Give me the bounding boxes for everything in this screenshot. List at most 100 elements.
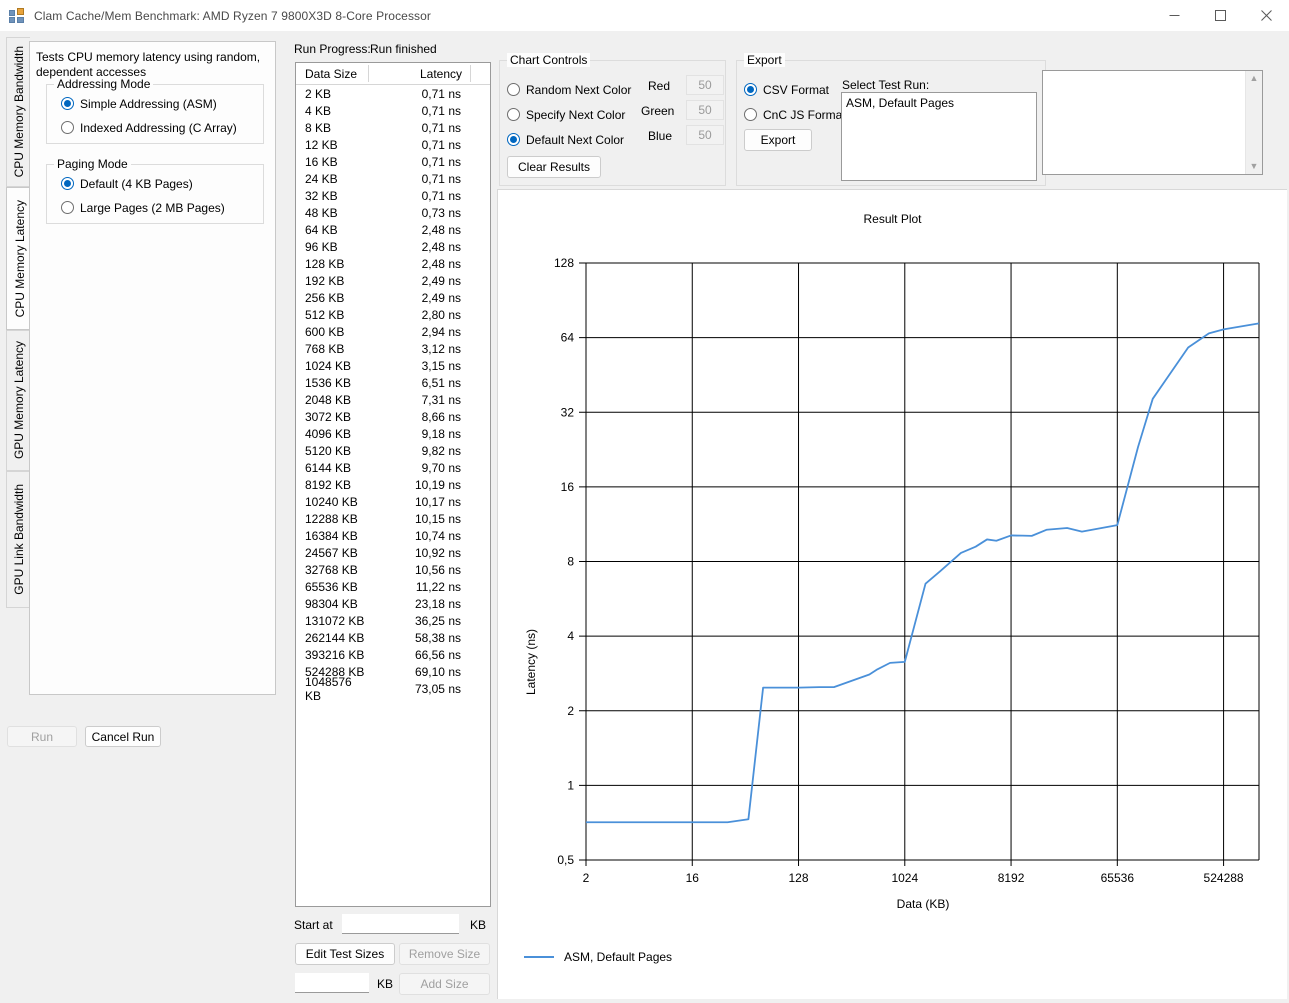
add-size-button[interactable]: Add Size: [399, 973, 490, 995]
table-row[interactable]: 2 KB 0,71 ns: [296, 85, 490, 102]
cell-data-size: 1024 KB: [305, 358, 352, 373]
red-value-field[interactable]: 50: [686, 75, 724, 95]
table-row[interactable]: 1536 KB 6,51 ns: [296, 374, 490, 391]
radio-default-next-color[interactable]: Default Next Color: [507, 131, 624, 148]
edit-test-sizes-button[interactable]: Edit Test Sizes: [295, 943, 395, 965]
clear-results-button[interactable]: Clear Results: [507, 156, 601, 178]
close-button[interactable]: [1243, 0, 1289, 31]
radio-large-pages[interactable]: Large Pages (2 MB Pages): [61, 199, 225, 216]
radio-simple-addressing[interactable]: Simple Addressing (ASM): [61, 95, 217, 112]
remove-size-button[interactable]: Remove Size: [399, 943, 490, 965]
log-scrollbar[interactable]: ▲ ▼: [1245, 71, 1262, 174]
table-row[interactable]: 12 KB 0,71 ns: [296, 136, 490, 153]
table-row[interactable]: 24 KB 0,71 ns: [296, 170, 490, 187]
table-row[interactable]: 12288 KB 10,15 ns: [296, 510, 490, 527]
blue-value-field[interactable]: 50: [686, 125, 724, 145]
minimize-button[interactable]: [1151, 0, 1197, 31]
add-size-input[interactable]: [295, 973, 369, 993]
cell-data-size: 393216 KB: [305, 647, 365, 662]
table-row[interactable]: 3072 KB 8,66 ns: [296, 408, 490, 425]
cell-latency: 3,12 ns: [421, 341, 461, 356]
cell-data-size: 262144 KB: [305, 630, 365, 645]
table-row[interactable]: 65536 KB 11,22 ns: [296, 578, 490, 595]
table-row[interactable]: 1024 KB 3,15 ns: [296, 357, 490, 374]
cell-data-size: 256 KB: [305, 290, 345, 305]
cell-data-size: 16 KB: [305, 154, 338, 169]
cell-latency: 9,82 ns: [421, 443, 461, 458]
tab-gpu-memory-latency[interactable]: GPU Memory Latency: [6, 330, 30, 471]
table-row[interactable]: 10240 KB 10,17 ns: [296, 493, 490, 510]
list-item[interactable]: ASM, Default Pages: [846, 96, 1032, 110]
table-row[interactable]: 16384 KB 10,74 ns: [296, 527, 490, 544]
table-row[interactable]: 6144 KB 9,70 ns: [296, 459, 490, 476]
radio-on-icon: [61, 177, 74, 190]
table-row[interactable]: 8192 KB 10,19 ns: [296, 476, 490, 493]
svg-text:2: 2: [583, 871, 590, 885]
run-button[interactable]: Run: [7, 726, 77, 747]
table-row[interactable]: 4096 KB 9,18 ns: [296, 425, 490, 442]
table-row[interactable]: 192 KB 2,49 ns: [296, 272, 490, 289]
table-row[interactable]: 4 KB 0,71 ns: [296, 102, 490, 119]
run-progress: Run Progress:Run finished: [294, 42, 494, 57]
column-header-latency[interactable]: Latency: [368, 63, 470, 85]
table-row[interactable]: 98304 KB 23,18 ns: [296, 595, 490, 612]
tab-label: GPU Memory Latency: [11, 341, 26, 460]
scroll-up-arrow-icon[interactable]: ▲: [1250, 74, 1259, 83]
scroll-down-arrow-icon[interactable]: ▼: [1250, 162, 1259, 171]
table-row[interactable]: 393216 KB 66,56 ns: [296, 646, 490, 663]
start-at-input[interactable]: [342, 914, 459, 934]
radio-specify-next-color[interactable]: Specify Next Color: [507, 106, 625, 123]
radio-label: Simple Addressing (ASM): [80, 96, 217, 111]
chart-controls-group: Chart Controls Random Next Color Specify…: [499, 53, 726, 186]
cell-data-size: 32768 KB: [305, 562, 358, 577]
table-row[interactable]: 768 KB 3,12 ns: [296, 340, 490, 357]
result-plot[interactable]: 0,5 1 2 4 8 16 32 64 128 2 16 128 1024 8192 65536 52428…: [498, 190, 1288, 930]
table-row[interactable]: 96 KB 2,48 ns: [296, 238, 490, 255]
test-run-listbox[interactable]: ASM, Default Pages: [841, 92, 1037, 181]
table-row[interactable]: 24567 KB 10,92 ns: [296, 544, 490, 561]
cell-data-size: 24 KB: [305, 171, 338, 186]
radio-random-next-color[interactable]: Random Next Color: [507, 81, 631, 98]
radio-csv-format[interactable]: CSV Format: [744, 81, 829, 98]
cell-latency: 0,71 ns: [421, 154, 461, 169]
table-row[interactable]: 32768 KB 10,56 ns: [296, 561, 490, 578]
cell-data-size: 768 KB: [305, 341, 345, 356]
table-row[interactable]: 131072 KB 36,25 ns: [296, 612, 490, 629]
cancel-run-button[interactable]: Cancel Run: [85, 726, 161, 747]
tab-cpu-memory-bandwidth[interactable]: CPU Memory Bandwidth: [6, 37, 30, 187]
cell-data-size: 24567 KB: [305, 545, 358, 560]
radio-default-pages[interactable]: Default (4 KB Pages): [61, 175, 193, 192]
table-row[interactable]: 32 KB 0,71 ns: [296, 187, 490, 204]
radio-off-icon: [744, 108, 757, 121]
export-button[interactable]: Export: [744, 129, 812, 151]
table-row[interactable]: 262144 KB 58,38 ns: [296, 629, 490, 646]
table-row[interactable]: 256 KB 2,49 ns: [296, 289, 490, 306]
radio-label: Default Next Color: [526, 132, 625, 147]
log-textbox[interactable]: ▲ ▼: [1042, 70, 1263, 175]
maximize-button[interactable]: [1197, 0, 1243, 31]
table-row[interactable]: 8 KB 0,71 ns: [296, 119, 490, 136]
table-row[interactable]: 16 KB 0,71 ns: [296, 153, 490, 170]
table-row[interactable]: 600 KB 2,94 ns: [296, 323, 490, 340]
cell-data-size: 2 KB: [305, 86, 332, 101]
table-row[interactable]: 128 KB 2,48 ns: [296, 255, 490, 272]
radio-cnc-js-format[interactable]: CnC JS Format: [744, 106, 846, 123]
column-header-data-size[interactable]: Data Size: [296, 63, 368, 85]
table-row[interactable]: 2048 KB 7,31 ns: [296, 391, 490, 408]
green-value-field[interactable]: 50: [686, 100, 724, 120]
table-row[interactable]: 1048576 KB 73,05 ns: [296, 675, 490, 703]
cell-latency: 58,38 ns: [414, 630, 461, 645]
cell-data-size: 1536 KB: [305, 375, 352, 390]
cell-data-size: 32 KB: [305, 188, 338, 203]
table-row[interactable]: 512 KB 2,80 ns: [296, 306, 490, 323]
radio-off-icon: [507, 83, 520, 96]
results-table[interactable]: Data Size Latency 2 KB 0,71 ns 4 KB 0,71 ns…: [295, 62, 491, 907]
radio-indexed-addressing[interactable]: Indexed Addressing (C Array): [61, 119, 237, 136]
tab-gpu-link-bandwidth[interactable]: GPU Link Bandwidth: [6, 471, 30, 608]
cell-latency: 69,10 ns: [414, 664, 461, 679]
table-row[interactable]: 64 KB 2,48 ns: [296, 221, 490, 238]
cell-latency: 10,19 ns: [414, 477, 461, 492]
cell-latency: 0,71 ns: [421, 120, 461, 135]
table-row[interactable]: 5120 KB 9,82 ns: [296, 442, 490, 459]
table-row[interactable]: 48 KB 0,73 ns: [296, 204, 490, 221]
